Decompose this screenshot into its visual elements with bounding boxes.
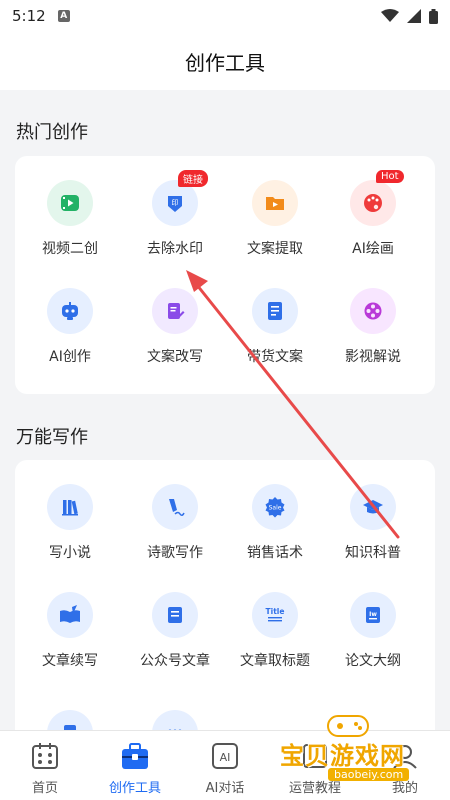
nav-profile[interactable]: 我的 <box>365 741 445 796</box>
wifi-icon <box>381 9 399 22</box>
tool-label: 诗歌写作 <box>147 545 203 561</box>
tool-paper-outline[interactable]: Iw 论文大纲 <box>323 592 423 670</box>
tool-ai-create[interactable]: AI创作 <box>20 288 120 366</box>
paper-icon: Iw <box>350 592 396 638</box>
link-badge: 链接 <box>178 170 208 187</box>
tool-copy-extract[interactable]: 文案提取 <box>225 180 325 258</box>
tool-remove-watermark[interactable]: 印 链接 去除水印 <box>125 170 225 258</box>
toolbox-icon <box>122 743 148 769</box>
battery-icon <box>429 8 438 24</box>
tutorial-icon <box>303 744 327 768</box>
tool-label: 影视解说 <box>345 349 401 365</box>
profile-icon <box>393 745 417 769</box>
status-bar: 5:12 A <box>0 0 450 32</box>
svg-text:印: 印 <box>172 199 179 207</box>
robot-icon <box>47 288 93 334</box>
books-icon <box>47 484 93 530</box>
sale-icon-text: Sale <box>269 505 282 512</box>
tool-film-commentary[interactable]: 影视解说 <box>323 288 423 366</box>
tool-label: 文章续写 <box>42 653 98 669</box>
svg-text:AI: AI <box>220 751 231 764</box>
title-icon: Title <box>252 592 298 638</box>
document-icon <box>252 288 298 334</box>
tool-ai-painting[interactable]: Hot AI绘画 <box>323 170 423 258</box>
tool-label: 去除水印 <box>147 241 203 257</box>
palette-icon: Hot <box>350 170 404 226</box>
tool-sales-script[interactable]: Sale 销售话术 <box>225 484 325 562</box>
folder-play-icon <box>252 180 298 226</box>
tool-poetry[interactable]: 诗歌写作 <box>125 484 225 562</box>
tool-video-remix[interactable]: 视频二创 <box>20 180 120 258</box>
nav-label: 运营教程 <box>288 781 341 796</box>
nav-creation-tools[interactable]: 创作工具 <box>95 741 175 796</box>
tool-article-title[interactable]: Title 文章取标题 <box>225 592 325 670</box>
hot-badge: Hot <box>376 170 404 183</box>
home-grid-icon <box>32 743 58 769</box>
nav-ai-chat[interactable]: AI AI对话 <box>185 741 265 796</box>
film-reel-icon <box>350 288 396 334</box>
title-icon-text: Title <box>266 607 285 616</box>
bottom-nav: 首页 创作工具 AI AI对话 运营教程 我的 <box>0 730 450 800</box>
tool-wechat-article[interactable]: 公众号文章 <box>125 592 225 670</box>
tool-label: 写小说 <box>49 545 91 561</box>
nav-label: AI对话 <box>205 781 245 796</box>
nav-label: 首页 <box>31 781 58 796</box>
ai-chat-icon: AI <box>212 743 238 769</box>
video-play-icon <box>47 180 93 226</box>
tool-label: AI创作 <box>49 349 91 365</box>
section-title-hot: 热门创作 <box>16 122 88 143</box>
cell-signal-icon <box>407 9 421 23</box>
notification-a-icon: A <box>57 10 70 22</box>
edit-doc-icon <box>152 288 198 334</box>
tool-label: 销售话术 <box>247 545 303 561</box>
tool-label: 带货文案 <box>247 349 303 365</box>
tool-label: 论文大纲 <box>345 653 401 669</box>
page-title: 创作工具 <box>185 50 265 75</box>
paper-icon-text: Iw <box>369 611 377 618</box>
nav-tutorial[interactable]: 运营教程 <box>275 741 355 796</box>
hot-creation-card: 视频二创 印 链接 去除水印 文案提取 Hot AI绘画 AI创作 文案改写 带… <box>15 156 435 394</box>
tool-copy-rewrite[interactable]: 文案改写 <box>125 288 225 366</box>
pen-icon <box>152 484 198 530</box>
tool-label: 知识科普 <box>345 545 401 561</box>
sale-badge-icon: Sale <box>252 484 298 530</box>
open-book-icon <box>47 592 93 638</box>
status-time: 5:12 <box>12 7 46 25</box>
tool-continue-article[interactable]: 文章续写 <box>20 592 120 670</box>
app-header: 创作工具 <box>0 32 450 90</box>
nav-label: 创作工具 <box>108 781 161 796</box>
graduation-cap-icon <box>350 484 396 530</box>
section-title-universal: 万能写作 <box>16 427 88 448</box>
nav-label: 我的 <box>391 781 418 796</box>
tool-label: 文章取标题 <box>240 653 310 669</box>
tool-write-novel[interactable]: 写小说 <box>20 484 120 562</box>
tool-label: AI绘画 <box>352 241 394 257</box>
nav-home[interactable]: 首页 <box>5 741 85 796</box>
tool-sales-copy[interactable]: 带货文案 <box>225 288 325 366</box>
tool-label: 视频二创 <box>42 241 98 257</box>
tool-label: 公众号文章 <box>140 653 210 669</box>
universal-writing-card: 写小说 诗歌写作 Sale 销售话术 知识科普 文章续写 公众号文章 Title <box>15 460 435 756</box>
article-icon <box>152 592 198 638</box>
tool-knowledge[interactable]: 知识科普 <box>323 484 423 562</box>
stamp-icon: 印 链接 <box>152 170 208 226</box>
tool-label: 文案改写 <box>147 349 203 365</box>
tool-label: 文案提取 <box>247 241 303 257</box>
